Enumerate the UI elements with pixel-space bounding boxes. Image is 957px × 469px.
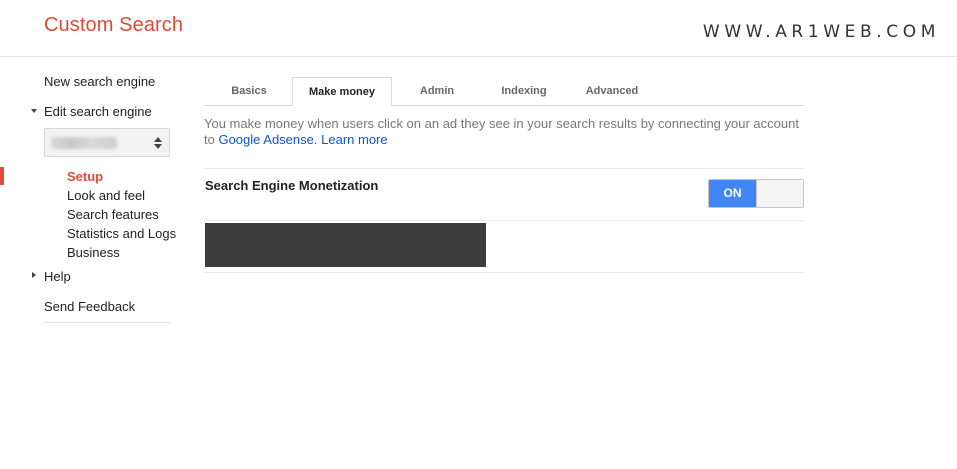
row-divider [204, 220, 804, 221]
redacted-block [205, 223, 486, 267]
expand-right-icon[interactable] [32, 272, 36, 278]
active-item-marker [0, 167, 4, 185]
app-title[interactable]: Custom Search [44, 14, 183, 37]
sidebar-item-look-and-feel[interactable]: Look and feel [67, 188, 145, 203]
tab-make-money[interactable]: Make money [292, 77, 392, 106]
help-link[interactable]: Help [44, 269, 71, 284]
edit-search-engine-link[interactable]: Edit search engine [44, 104, 152, 119]
tab-indexing[interactable]: Indexing [484, 77, 564, 106]
header-bar: Custom Search WWW.AR1WEB.COM [0, 0, 957, 57]
select-arrows-icon [154, 137, 162, 149]
sidebar-item-search-features[interactable]: Search features [67, 207, 159, 222]
expand-down-icon[interactable] [31, 109, 37, 113]
sidebar-item-setup[interactable]: Setup [67, 169, 103, 184]
google-adsense-link[interactable]: Google Adsense. [218, 132, 317, 147]
engine-select-value [51, 137, 117, 149]
sidebar-item-business[interactable]: Business [67, 245, 120, 260]
tab-advanced[interactable]: Advanced [574, 77, 650, 106]
learn-more-link[interactable]: Learn more [321, 132, 387, 147]
monetization-toggle[interactable]: ON [708, 179, 804, 208]
tab-basics[interactable]: Basics [212, 77, 286, 106]
tab-admin[interactable]: Admin [400, 77, 474, 106]
watermark-text: WWW.AR1WEB.COM [702, 22, 940, 42]
tab-bar: Basics Make money Admin Indexing Advance… [204, 77, 804, 106]
sidebar-item-statistics-and-logs[interactable]: Statistics and Logs [67, 226, 176, 241]
monetization-description: You make money when users click on an ad… [204, 116, 804, 148]
toggle-knob [756, 180, 803, 207]
main-content: Basics Make money Admin Indexing Advance… [204, 57, 804, 357]
sidebar: New search engine Edit search engine Set… [0, 57, 200, 469]
search-engine-select[interactable] [44, 128, 170, 157]
row-divider [204, 168, 804, 169]
toggle-on-label: ON [709, 180, 756, 207]
send-feedback-link[interactable]: Send Feedback [44, 299, 135, 314]
row-divider [204, 272, 804, 273]
sidebar-divider [44, 322, 171, 323]
monetization-label: Search Engine Monetization [205, 178, 379, 193]
new-search-engine-link[interactable]: New search engine [44, 74, 155, 89]
